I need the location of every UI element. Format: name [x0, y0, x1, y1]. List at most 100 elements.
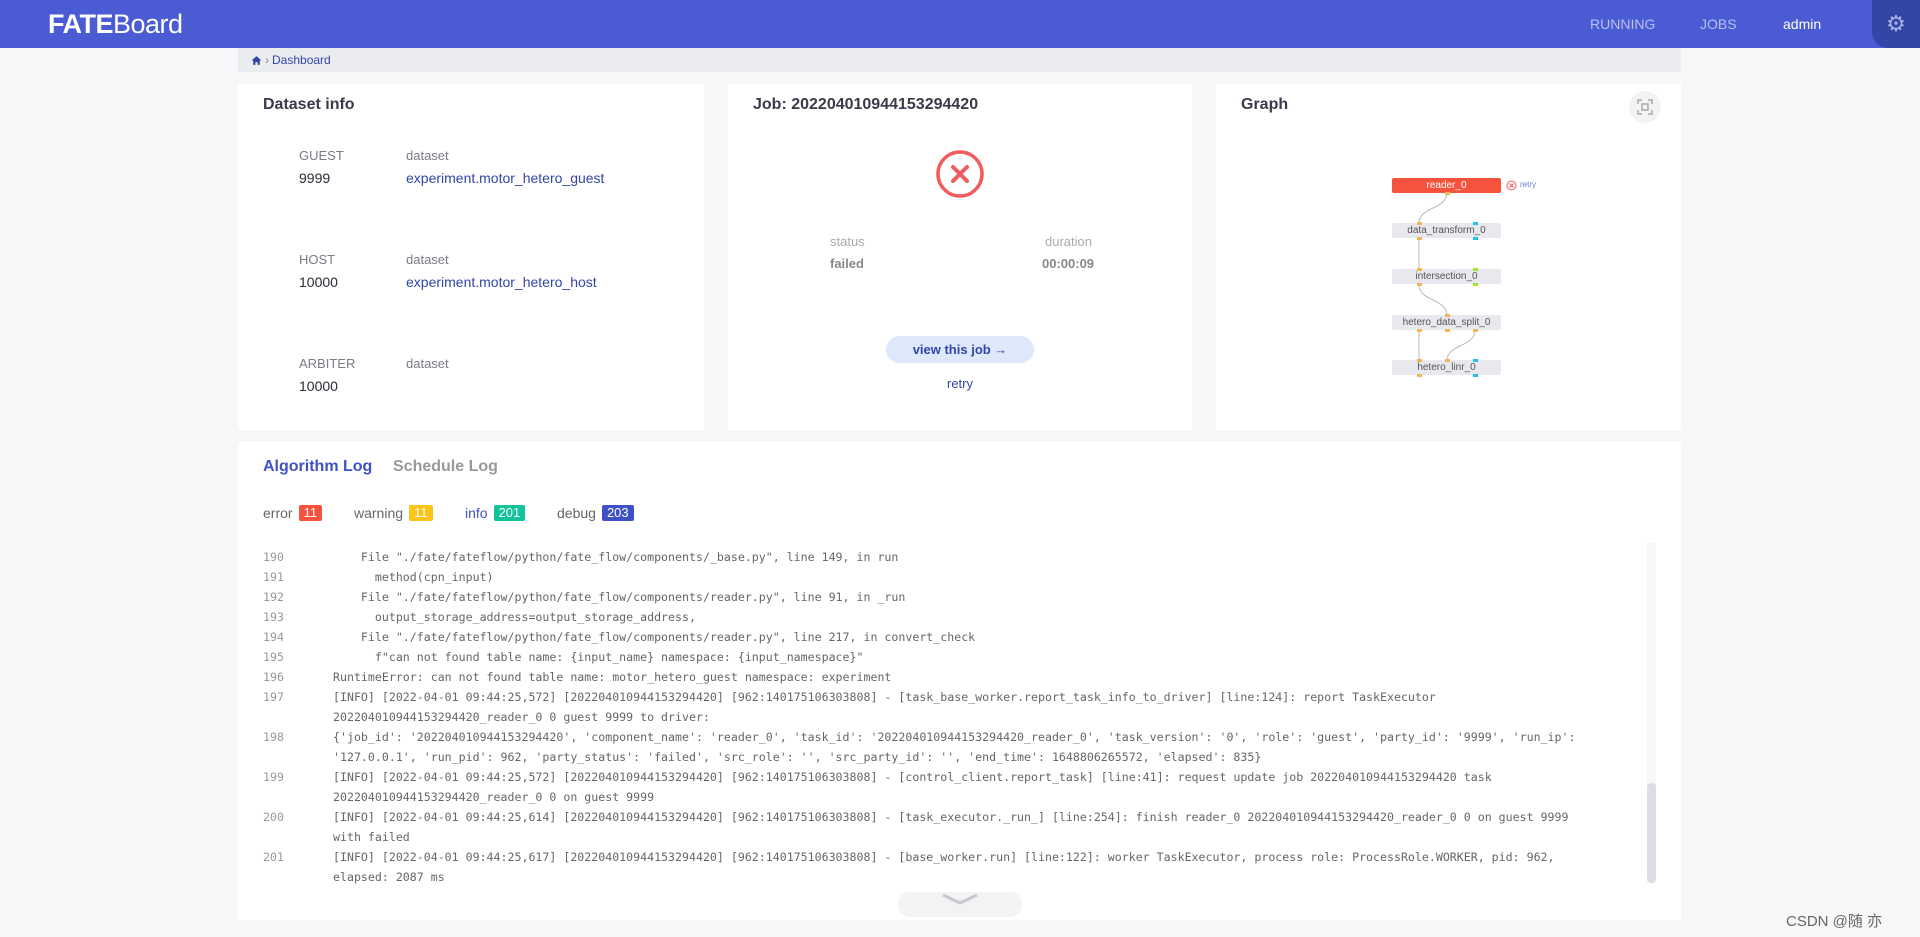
- watermark: CSDN @随 亦: [1786, 913, 1883, 930]
- log-line: 200 [INFO] [2022-04-01 09:44:25,614] [202…: [263, 807, 1673, 827]
- line-number: 196: [263, 670, 284, 684]
- log-text: {'job_id': '202204010944153294420', 'com…: [333, 730, 1576, 744]
- log-card: Algorithm Log Schedule Log error 11 warni…: [238, 442, 1681, 920]
- graph-node-hetero-linr[interactable]: hetero_linr_0: [1392, 360, 1501, 375]
- filter-error[interactable]: error 11: [263, 505, 323, 521]
- log-line: 191 method(cpn_input): [263, 567, 1673, 587]
- arbiter-dataset-label: dataset: [406, 356, 449, 371]
- guest-party-id: 9999: [299, 170, 331, 186]
- log-line: 195 f"can not found table name: {input_n…: [263, 647, 1673, 667]
- log-text: File "./fate/fateflow/python/fate_flow/c…: [333, 590, 906, 604]
- breadcrumb: › Dashboard: [238, 48, 1681, 72]
- line-number: [263, 747, 333, 767]
- retry-link[interactable]: retry: [728, 376, 1192, 391]
- nav-jobs[interactable]: JOBS: [1700, 14, 1737, 34]
- graph-retry-link[interactable]: retry: [1520, 180, 1536, 189]
- status-value: failed: [830, 256, 864, 271]
- log-line: elapsed: 2087 ms: [263, 867, 1673, 887]
- log-line: 196 RuntimeError: can not found table nam…: [263, 667, 1673, 687]
- line-number: 199: [263, 770, 284, 784]
- arbiter-party-id: 10000: [299, 378, 338, 394]
- graph-edges: [1418, 192, 1476, 361]
- line-number: 201: [263, 850, 284, 864]
- edge-reader-transform: [1418, 192, 1448, 224]
- log-scrollbar-thumb[interactable]: [1647, 783, 1656, 883]
- status-label: status: [830, 234, 865, 249]
- edge-intersection-split: [1418, 284, 1448, 316]
- log-line: 198 {'job_id': '202204010944153294420', '…: [263, 727, 1673, 747]
- tab-algorithm-log[interactable]: Algorithm Log: [263, 458, 372, 476]
- duration-value: 00:00:09: [1042, 256, 1095, 271]
- log-line: 192 File "./fate/fateflow/python/fate_fl…: [263, 587, 1673, 607]
- host-role-label: HOST: [299, 252, 336, 267]
- graph-node-data-transform[interactable]: data_transform_0: [1392, 223, 1501, 238]
- home-icon[interactable]: [251, 55, 262, 66]
- arbiter-role-label: ARBITER: [299, 356, 356, 371]
- breadcrumb-dashboard: Dashboard: [272, 53, 331, 67]
- fateboard-logo[interactable]: FATEBoard: [48, 8, 183, 40]
- log-text: [INFO] [2022-04-01 09:44:25,614] [202204…: [333, 810, 1569, 824]
- log-line: '127.0.0.1', 'run_pid': 962, 'party_stat…: [263, 747, 1673, 767]
- graph-node-hetero-data-split[interactable]: hetero_data_split_0: [1392, 315, 1501, 330]
- log-scrollbar-track[interactable]: [1647, 542, 1656, 884]
- log-text: [INFO] [2022-04-01 09:44:25,617] [202204…: [333, 850, 1555, 864]
- log-text: File "./fate/fateflow/python/fate_flow/c…: [333, 630, 976, 644]
- retry-circle-icon[interactable]: [1506, 180, 1517, 191]
- log-text: elapsed: 2087 ms: [333, 870, 445, 884]
- nav-running[interactable]: RUNNING: [1590, 14, 1655, 34]
- log-text: RuntimeError: can not found table name: …: [333, 670, 892, 684]
- nav-admin[interactable]: admin: [1783, 14, 1821, 34]
- line-number: [263, 827, 333, 847]
- log-text: with failed: [333, 830, 410, 844]
- host-party-id: 10000: [299, 274, 338, 290]
- log-content[interactable]: 190 File "./fate/fateflow/python/fate_fl…: [263, 547, 1673, 919]
- log-line: 202204010944153294420_reader_0 0 guest 9…: [263, 707, 1673, 727]
- line-number: [263, 867, 333, 887]
- line-number: 194: [263, 630, 284, 644]
- scroll-down-button[interactable]: [898, 892, 1022, 917]
- log-text: output_storage_address=output_storage_ad…: [333, 610, 696, 624]
- line-number: 192: [263, 590, 284, 604]
- guest-dataset-link[interactable]: experiment.motor_hetero_guest: [406, 170, 604, 186]
- job-card: Job: 202204010944153294420 status failed…: [728, 84, 1192, 430]
- log-text: f"can not found table name: {input_name}…: [333, 650, 864, 664]
- log-text: [INFO] [2022-04-01 09:44:25,572] [202204…: [333, 690, 1436, 704]
- filter-info[interactable]: info 201: [465, 505, 526, 521]
- log-text: 202204010944153294420_reader_0 0 guest 9…: [333, 710, 710, 724]
- filter-warning[interactable]: warning 11: [354, 505, 433, 521]
- job-title: Job: 202204010944153294420: [753, 96, 979, 113]
- top-header: FATEBoard RUNNING JOBS admin ⚙: [0, 0, 1920, 48]
- dataset-info-title: Dataset info: [263, 96, 355, 113]
- gear-icon[interactable]: ⚙: [1872, 0, 1920, 48]
- dataset-info-card: Dataset info GUEST dataset 9999 experime…: [238, 84, 704, 430]
- log-line: 197 [INFO] [2022-04-01 09:44:25,572] [202…: [263, 687, 1673, 707]
- log-line: 194 File "./fate/fateflow/python/fate_fl…: [263, 627, 1673, 647]
- host-dataset-label: dataset: [406, 252, 449, 267]
- debug-count-badge: 203: [601, 505, 634, 521]
- filter-debug[interactable]: debug 203: [557, 505, 634, 521]
- chevron-down-icon: [942, 893, 978, 905]
- line-number: 190: [263, 550, 284, 564]
- line-number: [263, 707, 333, 727]
- view-this-job-button[interactable]: view this job →: [886, 336, 1034, 363]
- warning-count-badge: 11: [409, 505, 433, 521]
- log-text: File "./fate/fateflow/python/fate_flow/c…: [333, 550, 899, 564]
- line-number: 200: [263, 810, 284, 824]
- info-count-badge: 201: [493, 505, 526, 521]
- breadcrumb-separator: ›: [265, 53, 269, 67]
- log-line: 190 File "./fate/fateflow/python/fate_fl…: [263, 547, 1673, 567]
- graph-node-reader[interactable]: reader_0: [1392, 178, 1501, 193]
- log-line: with failed: [263, 827, 1673, 847]
- log-line: 199 [INFO] [2022-04-01 09:44:25,572] [202…: [263, 767, 1673, 787]
- log-line: 201 [INFO] [2022-04-01 09:44:25,617] [202…: [263, 847, 1673, 867]
- host-dataset-link[interactable]: experiment.motor_hetero_host: [406, 274, 597, 290]
- line-number: [263, 787, 333, 807]
- graph-node-intersection[interactable]: intersection_0: [1392, 269, 1501, 284]
- log-line: 202204010944153294420_reader_0 0 on gues…: [263, 787, 1673, 807]
- failed-status-icon: [936, 150, 984, 198]
- log-text: method(cpn_input): [333, 570, 494, 584]
- guest-role-label: GUEST: [299, 148, 344, 163]
- tab-schedule-log[interactable]: Schedule Log: [393, 458, 498, 476]
- duration-label: duration: [1045, 234, 1092, 249]
- log-text: '127.0.0.1', 'run_pid': 962, 'party_stat…: [333, 750, 1262, 764]
